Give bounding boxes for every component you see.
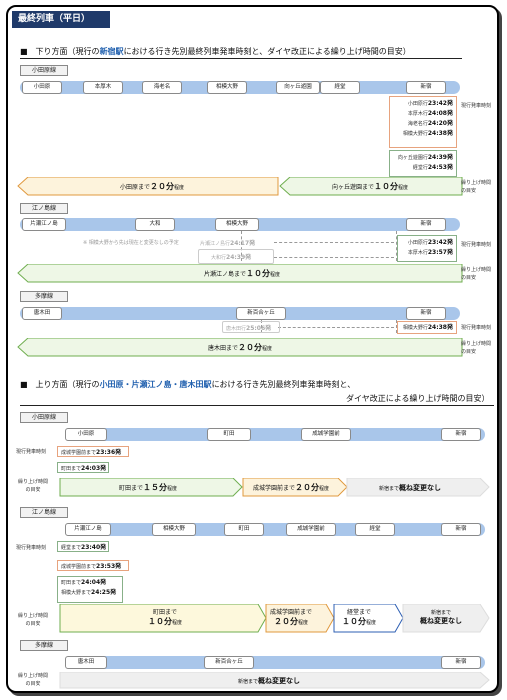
side-label-current: 現行発車時刻 <box>461 242 492 248</box>
guide-line <box>274 257 394 258</box>
station: 新宿 <box>406 218 446 231</box>
arrow-label: 経堂まで １０分程度 <box>342 609 377 626</box>
station: 小田原 <box>65 428 107 441</box>
current-times-box: 小田原行23:42発 本厚木行23:57発 <box>397 235 457 262</box>
line-bar-tama-up <box>65 656 485 669</box>
station: 小田原 <box>22 81 62 94</box>
side-label-shift: 繰り上げ時間 の目安 <box>461 341 492 355</box>
arrow-label: 成城学園前まで２０分程度 <box>253 483 330 492</box>
line-bar-enoshima-up <box>65 523 485 536</box>
station: 海老名 <box>142 81 182 94</box>
side-label-current: 現行発車時刻 <box>461 325 492 331</box>
station: 成城学園前 <box>301 428 351 441</box>
arrow-label: 向ヶ丘遊園まで１０分程度 <box>332 182 409 191</box>
arrow-label: 町田まで１５分程度 <box>119 483 178 492</box>
arrow-label: 新宿まで概ね変更なし <box>420 610 462 625</box>
station: 相模大野 <box>207 81 247 94</box>
side-label-current: 現行発車時刻 <box>16 545 47 551</box>
side-label-current: 現行発車時刻 <box>16 449 47 455</box>
station: 成城学園前 <box>286 523 336 536</box>
current-times-box: 相模大野行24:38発 <box>397 321 457 334</box>
heading-underline <box>20 405 494 406</box>
arrow-label: 町田まで １０分程度 <box>148 609 183 626</box>
shift-arrows-odakyu <box>17 177 463 196</box>
side-label-shift: 繰り上げ時間 の目安 <box>461 180 492 194</box>
section-label-tama-up: 多摩線 <box>20 640 68 651</box>
station: 新宿 <box>441 656 481 669</box>
timetable-document: 最終列車（平日） ■ 下り方面（現行の新宿駅における行き先別最終列車発車時刻と、… <box>6 5 499 693</box>
guide-line <box>278 327 394 328</box>
station: 経堂 <box>320 81 360 94</box>
station: 町田 <box>224 523 264 536</box>
station: 新宿 <box>406 81 446 94</box>
station: 片瀬江ノ島 <box>65 523 111 536</box>
current-time-box: 成城学園前まで23:53発 <box>57 560 129 571</box>
heading-underline <box>20 58 462 59</box>
station: 相模大野 <box>215 218 259 231</box>
arrow-label: 新宿まで概ね変更なし <box>238 677 301 685</box>
section-label-tama: 多摩線 <box>20 291 68 302</box>
up-heading: ■ 上り方面（現行の小田原・片瀬江ノ島・唐木田駅における行き先別最終列車発車時刻… <box>20 380 356 389</box>
station: 大和 <box>135 218 175 231</box>
gray-box <box>198 249 274 264</box>
down-heading: ■ 下り方面（現行の新宿駅における行き先別最終列車発車時刻と、ダイヤ改正による繰… <box>20 47 411 56</box>
section-label-odakyu-up: 小田原線 <box>20 412 68 423</box>
station: 唐木田 <box>22 307 62 320</box>
gray-time: 片瀬江ノ島行24:17発 <box>200 240 256 247</box>
side-label-current: 現行発車時刻 <box>461 103 492 109</box>
station: 新宿 <box>406 307 446 320</box>
current-time-box: 町田まで24:03発 <box>57 462 109 473</box>
arrow-label: 小田原まで２０分程度 <box>120 182 185 191</box>
line-bar-odakyu-up <box>65 428 485 441</box>
current-times-box: 小田原行23:42発 本厚木行24:08発 海老名行24:20発 相模大野行24… <box>389 96 457 148</box>
side-label-shift: 繰り上げ時間 の目安 <box>461 267 492 281</box>
station: 相模大野 <box>152 523 196 536</box>
arrow-label: 片瀬江ノ島まで１０分程度 <box>204 269 281 278</box>
current-times-box: 向ヶ丘遊園行24:39発 経堂行24:53発 <box>389 150 457 177</box>
station: 町田 <box>207 428 251 441</box>
section-label-odakyu: 小田原線 <box>20 65 68 76</box>
station: 経堂 <box>355 523 395 536</box>
section-label-enoshima: 江ノ島線 <box>20 203 68 214</box>
gray-time: 唐木田行25:06発 <box>226 325 272 332</box>
arrow-label: 新宿まで概ね変更なし <box>379 484 442 492</box>
current-time-box: 町田まで24:04発 相模大野まで24:25発 <box>57 576 123 603</box>
arrow-label: 成城学園前まで２０分程度 <box>270 609 313 626</box>
station: 片瀬江ノ島 <box>22 218 66 231</box>
station: 新宿 <box>441 428 481 441</box>
note-text: ※ 相模大野から先は現在と変更なしの予定 <box>83 240 179 246</box>
up-heading-line2: ダイヤ改正による繰り上げ時間の目安） <box>346 394 490 403</box>
current-time-box: 成城学園前まで23:36発 <box>57 446 129 457</box>
arrow-label: 唐木田まで２０分程度 <box>208 343 273 352</box>
station: 新百合ヶ丘 <box>236 307 286 320</box>
section-label-enoshima-up: 江ノ島線 <box>20 507 68 518</box>
station: 新宿 <box>441 523 481 536</box>
station: 本厚木 <box>83 81 123 94</box>
guide-line <box>274 242 394 243</box>
station: 新百合ヶ丘 <box>204 656 254 669</box>
station: 向ヶ丘遊園 <box>276 81 320 94</box>
title-badge: 最終列車（平日） <box>12 11 110 28</box>
current-time-box: 経堂まで23:40発 <box>57 541 109 552</box>
station: 唐木田 <box>65 656 107 669</box>
